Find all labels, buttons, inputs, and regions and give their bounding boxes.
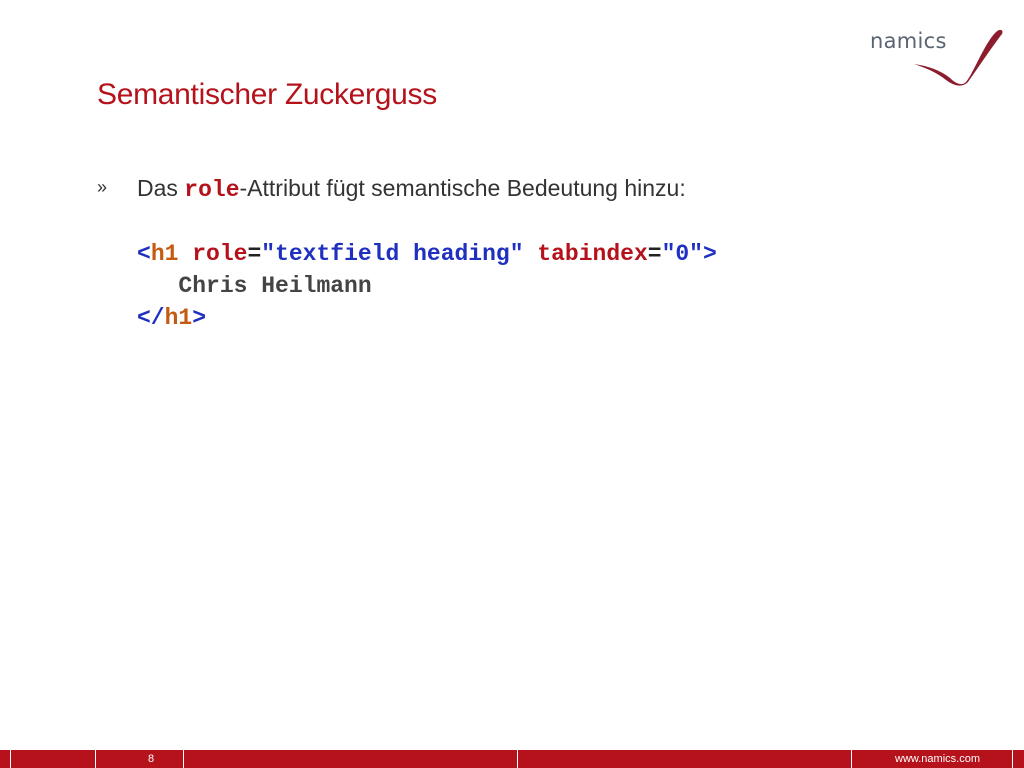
footer-divider bbox=[517, 750, 518, 768]
footer-bar: 8 www.namics.com bbox=[0, 750, 1024, 768]
code-open-lt: < bbox=[137, 241, 151, 267]
footer-url: www.namics.com bbox=[895, 753, 980, 765]
namics-logo: namics bbox=[866, 26, 1008, 88]
code-value-tabindex: "0" bbox=[661, 241, 703, 267]
code-attr-tabindex: tabindex bbox=[537, 241, 648, 267]
footer-divider bbox=[95, 750, 96, 768]
code-close-gt: > bbox=[192, 305, 207, 331]
namics-swoosh-icon bbox=[914, 29, 1003, 86]
code-line-close: </h1> bbox=[137, 302, 717, 334]
code-line-content: Chris Heilmann bbox=[137, 270, 717, 302]
code-open-gt: > bbox=[702, 241, 717, 267]
code-value-role: "textfield heading" bbox=[261, 241, 524, 267]
footer-divider bbox=[183, 750, 184, 768]
code-line-open: <h1 role="textfield heading" tabindex="0… bbox=[137, 238, 717, 270]
code-content-text: Chris Heilmann bbox=[178, 273, 372, 299]
footer-divider bbox=[1012, 750, 1013, 768]
code-attr-role: role bbox=[192, 241, 248, 267]
code-eq-2: = bbox=[647, 241, 662, 267]
code-open-tag: h1 bbox=[150, 241, 179, 267]
bullet-text: Das role-Attribut fügt semantische Bedeu… bbox=[137, 175, 686, 203]
slide-title: Semantischer Zuckerguss bbox=[97, 78, 437, 111]
code-close-lt: </ bbox=[137, 305, 165, 331]
code-block: <h1 role="textfield heading" tabindex="0… bbox=[137, 238, 717, 334]
footer-divider bbox=[851, 750, 852, 768]
code-eq-1: = bbox=[247, 241, 262, 267]
bullet-text-after: -Attribut fügt semantische Bedeutung hin… bbox=[239, 175, 686, 201]
inline-code-role: role bbox=[184, 177, 240, 203]
bullet-marker: » bbox=[97, 177, 108, 197]
code-close-tag: h1 bbox=[164, 305, 193, 331]
page-number: 8 bbox=[148, 753, 155, 765]
footer-divider bbox=[10, 750, 11, 768]
bullet-text-before: Das bbox=[137, 175, 185, 201]
